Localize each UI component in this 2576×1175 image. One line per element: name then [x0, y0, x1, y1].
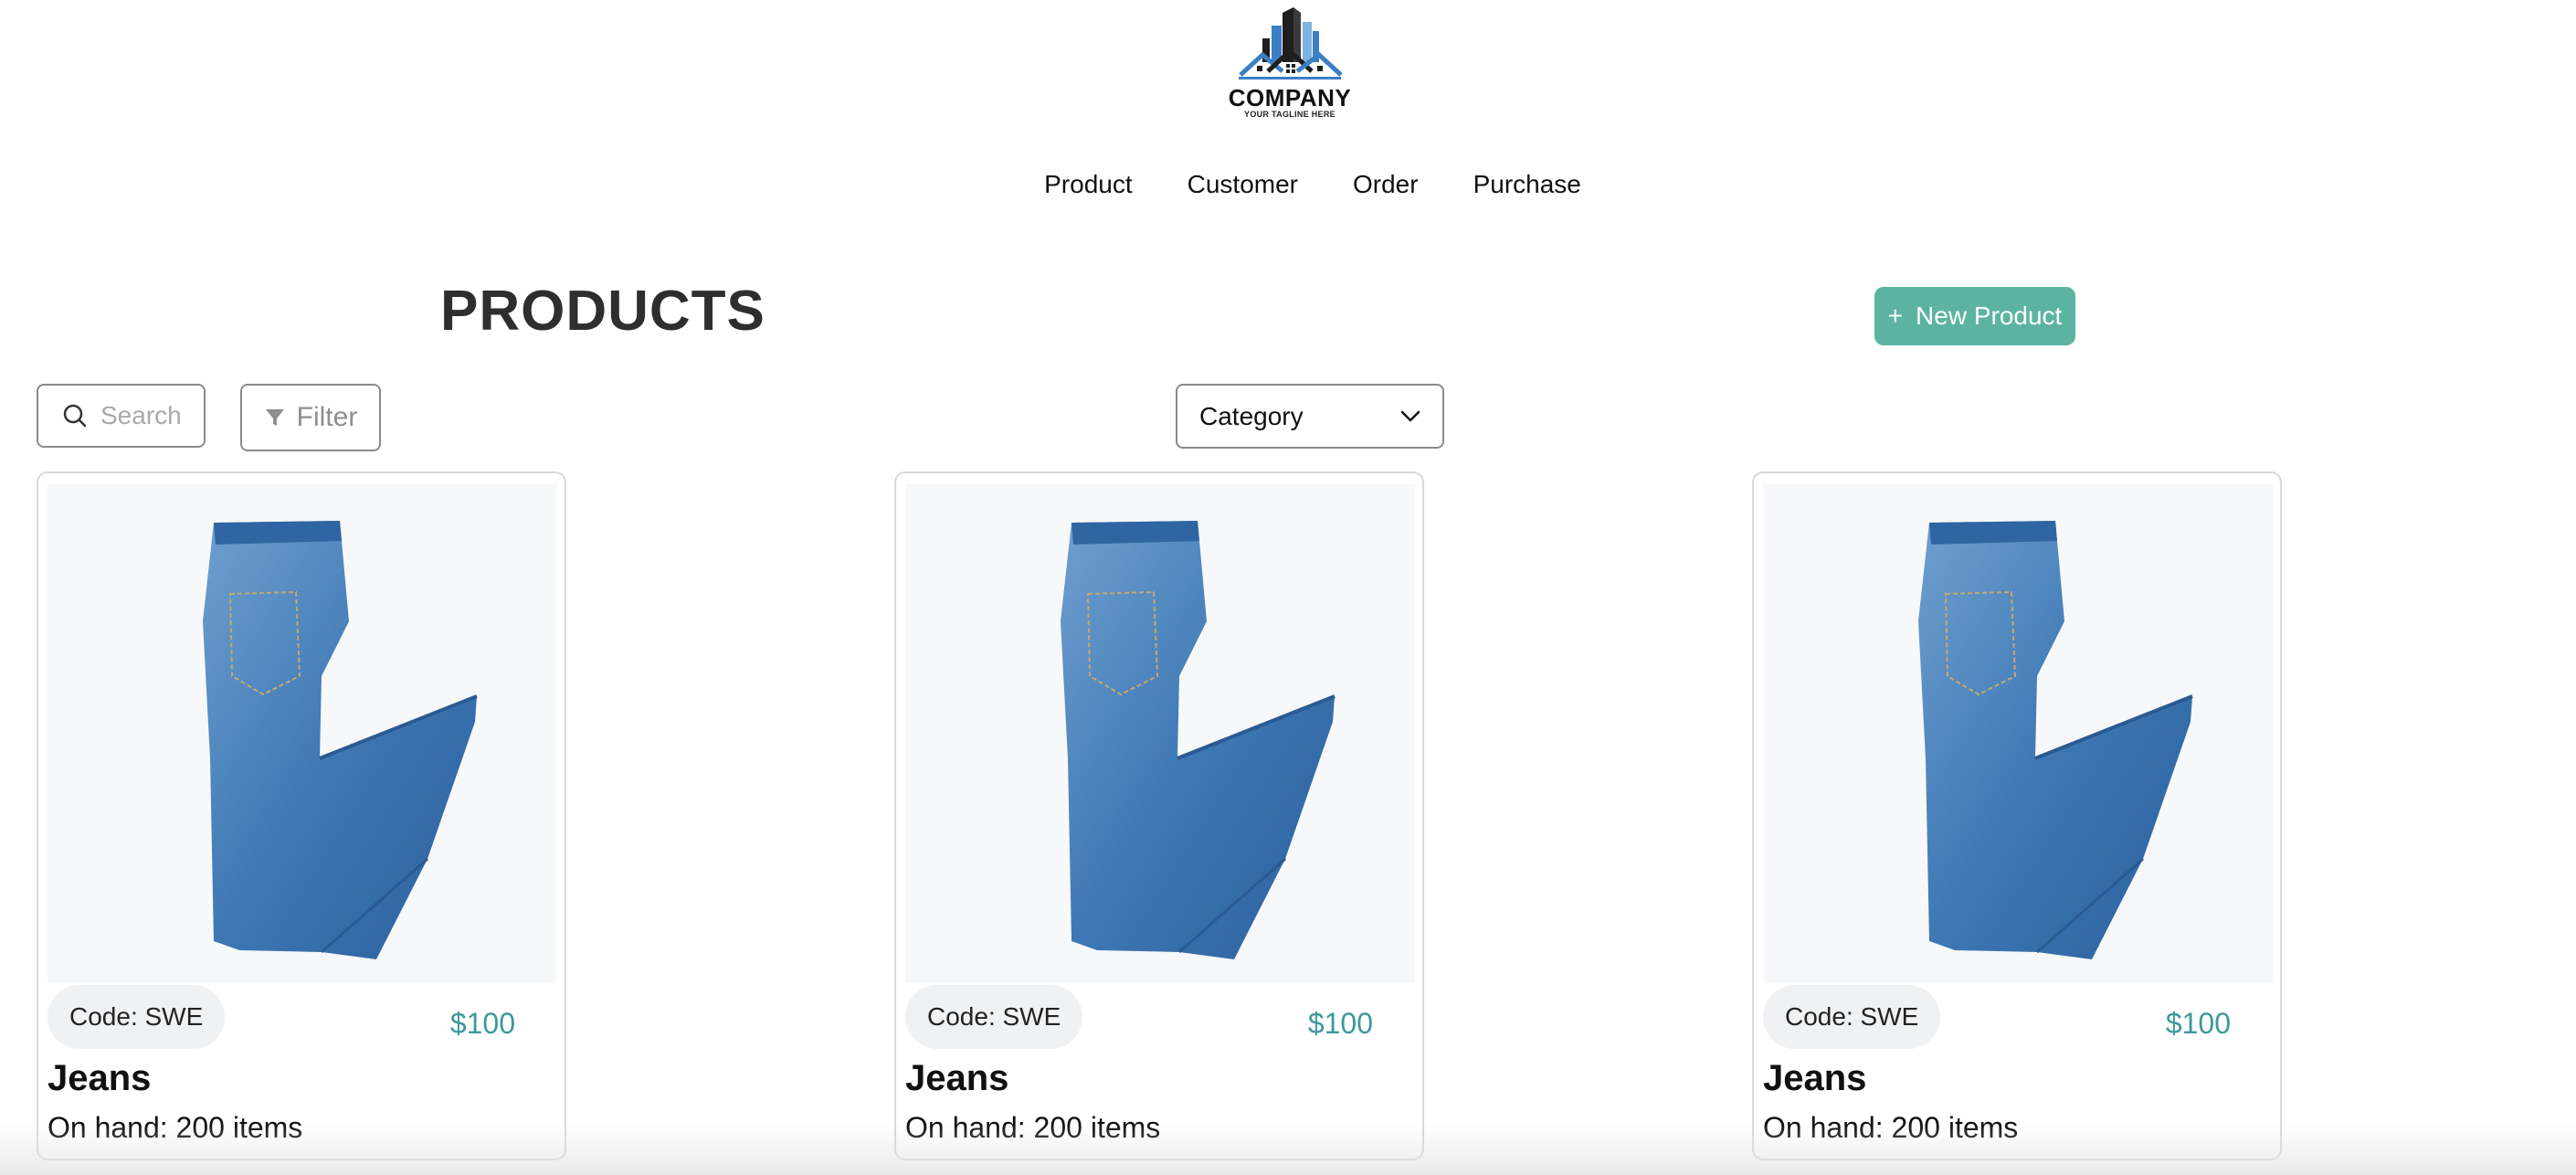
product-price: $100 — [1307, 1007, 1373, 1040]
nav-item-purchase[interactable]: Purchase — [1473, 168, 1581, 201]
product-price: $100 — [449, 1007, 515, 1040]
product-name: Jeans — [905, 1058, 1009, 1098]
product-price: $100 — [2165, 1007, 2231, 1040]
product-image — [1763, 484, 2273, 983]
new-product-label: New Product — [1916, 302, 2063, 330]
product-image — [905, 484, 1415, 983]
search-icon — [63, 404, 87, 428]
funnel-icon — [265, 409, 284, 426]
main-nav: Product Customer Order Purchase — [0, 168, 2576, 201]
product-code-badge: Code: SWE — [905, 985, 1083, 1049]
jeans-image — [203, 521, 478, 959]
product-name: Jeans — [1763, 1058, 1867, 1098]
company-logo-icon — [1239, 7, 1343, 79]
nav-item-customer[interactable]: Customer — [1188, 168, 1298, 201]
jeans-image — [1918, 521, 2193, 959]
product-on-hand: On hand: 200 items — [48, 1111, 303, 1144]
search-box[interactable] — [37, 384, 206, 448]
filter-label: Filter — [296, 402, 358, 432]
category-select[interactable]: Category — [1176, 384, 1444, 449]
product-card[interactable]: Code: SWE $100 Jeans On hand: 200 items — [37, 471, 566, 1160]
search-input[interactable] — [100, 401, 192, 430]
product-image — [48, 484, 557, 983]
nav-item-order[interactable]: Order — [1353, 168, 1419, 201]
products-page: COMPANY YOUR TAGLINE HERE Product Custom… — [0, 0, 2576, 1175]
plus-icon: + — [1887, 302, 1904, 330]
nav-item-product[interactable]: Product — [1044, 168, 1133, 201]
category-label: Category — [1199, 401, 1304, 430]
product-on-hand: On hand: 200 items — [905, 1111, 1161, 1144]
jeans-image — [1061, 521, 1336, 959]
product-card[interactable]: Code: SWE $100 Jeans On hand: 200 items — [1752, 471, 2282, 1160]
product-name: Jeans — [48, 1058, 152, 1098]
product-code-badge: Code: SWE — [48, 985, 226, 1049]
company-name: COMPANY — [1228, 84, 1352, 111]
product-code-badge: Code: SWE — [1763, 985, 1941, 1049]
page-title: PRODUCTS — [440, 280, 765, 343]
new-product-button[interactable]: + New Product — [1874, 287, 2075, 345]
product-on-hand: On hand: 200 items — [1763, 1111, 2019, 1144]
filter-button[interactable]: Filter — [240, 384, 381, 451]
chevron-down-icon — [1400, 410, 1420, 421]
company-logo[interactable]: COMPANY YOUR TAGLINE HERE — [1224, 5, 1356, 130]
product-card[interactable]: Code: SWE $100 Jeans On hand: 200 items — [894, 471, 1424, 1160]
